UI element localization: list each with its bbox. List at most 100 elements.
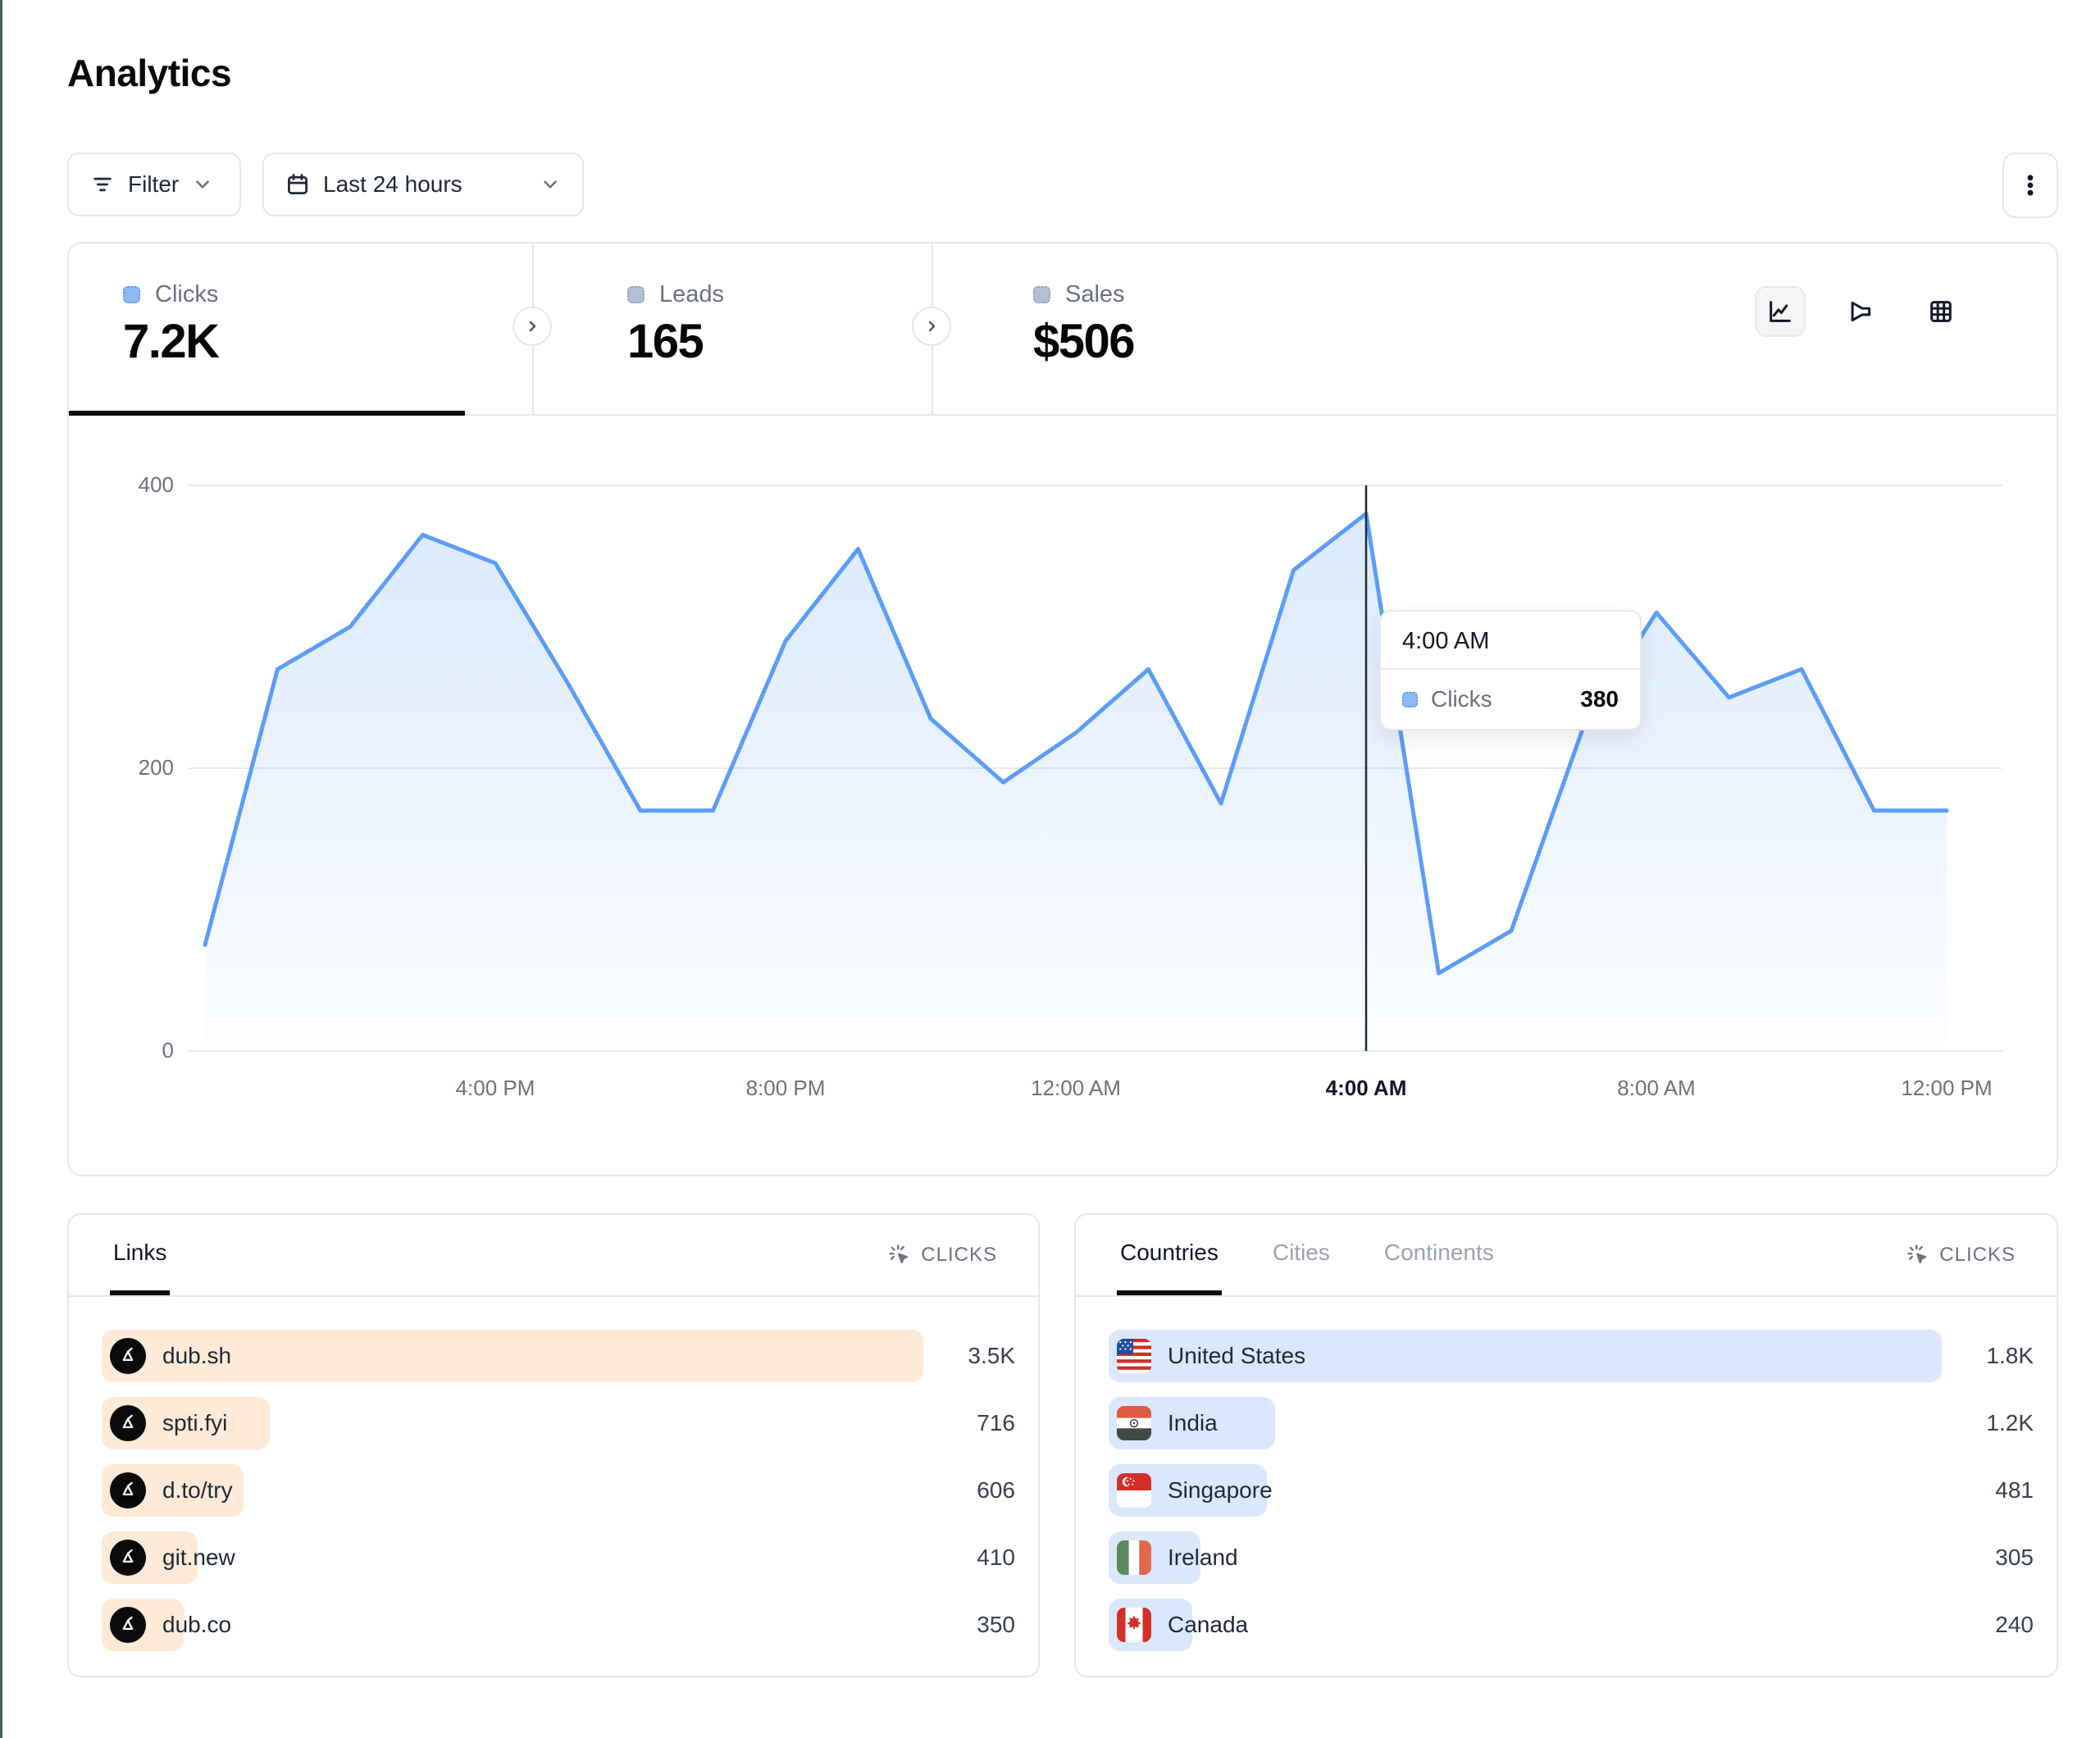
funnel-icon [1847,298,1875,325]
clicks-tab-value: 7.2K [123,314,219,369]
row-value: 1.8K [1986,1343,2034,1369]
y-axis-labels: 0200400 [67,449,174,1115]
row-value: 240 [1995,1612,2034,1638]
leads-legend-swatch [627,286,645,303]
filter-button[interactable]: Filter [67,152,241,216]
country-row[interactable]: India 1.2K [1109,1397,2034,1449]
expand-clicks-leads-button[interactable] [512,307,552,346]
cursor-click-icon [1906,1244,1929,1267]
link-row[interactable]: git.new 410 [102,1531,1015,1584]
left-edge-accent [0,0,2,1738]
row-label: git.new [162,1545,235,1571]
y-tick-label: 200 [139,755,174,780]
link-row[interactable]: dub.co 350 [102,1599,1015,1651]
row-value: 350 [977,1612,1015,1638]
chevron-down-icon [540,174,561,195]
dub-logo-icon [110,1472,146,1508]
ca-flag-icon [1117,1608,1151,1642]
row-label: d.to/try [162,1477,233,1504]
country-row[interactable]: United States 1.8K [1109,1330,2034,1382]
link-row[interactable]: d.to/try 606 [102,1464,1015,1517]
clicks-legend-swatch [123,286,140,303]
row-value: 716 [977,1410,1015,1436]
tooltip-series-swatch [1402,692,1418,707]
chevron-down-icon [192,174,213,195]
line-chart-icon [1766,298,1794,325]
area-fill [205,514,1947,1052]
row-value: 481 [1995,1477,2034,1504]
us-flag-icon [1117,1339,1151,1373]
leads-tab-label: Leads [659,281,724,308]
link-row[interactable]: dub.sh 3.5K [102,1330,1015,1382]
expand-leads-sales-button[interactable] [912,307,951,346]
tab-sales[interactable]: Sales $506 [932,243,1342,414]
links-metric-selector[interactable]: CLICKS [888,1244,997,1267]
filter-icon [90,172,115,197]
sales-tab-label: Sales [1065,281,1125,308]
date-range-label: Last 24 hours [323,171,462,198]
chevron-right-icon [522,316,542,336]
funnel-view-button[interactable] [1835,286,1886,337]
tab-clicks[interactable]: Clicks 7.2K [69,243,465,414]
leads-tab-value: 165 [627,314,703,369]
country-row[interactable]: Ireland 305 [1109,1531,2034,1584]
dub-logo-icon [110,1540,146,1576]
row-label: Ireland [1168,1545,1238,1571]
tab-cities[interactable]: Cities [1269,1215,1333,1295]
geo-metric-label: CLICKS [1939,1244,2016,1267]
link-row[interactable]: spti.fyi 716 [102,1397,1015,1449]
y-tick-label: 400 [139,472,174,498]
row-label: dub.sh [162,1343,231,1369]
page-title: Analytics [67,51,231,95]
row-value: 3.5K [968,1343,1015,1369]
row-label: Singapore [1168,1477,1273,1504]
country-row[interactable]: Canada 240 [1109,1599,2034,1651]
dub-logo-icon [110,1338,146,1374]
grid-icon [1927,298,1955,325]
geo-panel: Countries Cities Continents CLICKS Unite… [1074,1213,2058,1677]
tab-continents[interactable]: Continents [1381,1215,1497,1295]
metric-tabs: Clicks 7.2K Leads 165 Sales $506 [69,243,2057,416]
tab-countries[interactable]: Countries [1117,1215,1222,1295]
row-label: spti.fyi [162,1410,227,1436]
row-value: 606 [977,1477,1015,1504]
tooltip-time: 4:00 AM [1381,612,1640,670]
sales-tab-value: $506 [1033,314,1134,369]
table-view-button[interactable] [1916,286,1966,337]
tab-links[interactable]: Links [110,1215,170,1295]
chart-view-toggles [1755,286,1966,337]
x-tick-label: 8:00 AM [1617,1076,1695,1101]
row-value: 410 [977,1545,1015,1571]
x-axis-labels: 4:00 PM 8:00 PM 12:00 AM 4:00 AM 8:00 AM 12:0… [67,1076,2019,1108]
row-label: United States [1168,1343,1305,1369]
row-value: 1.2K [1986,1410,2034,1436]
clicks-tab-label: Clicks [155,281,218,308]
dub-logo-icon [110,1405,146,1441]
x-tick-label: 12:00 PM [1901,1076,1992,1101]
links-panel: Links CLICKS dub.sh 3.5K spti.fyi 716 d.… [67,1213,1040,1677]
ie-flag-icon [1117,1540,1151,1575]
row-value: 305 [1995,1545,2034,1571]
links-metric-label: CLICKS [921,1244,997,1267]
tab-leads[interactable]: Leads 165 [532,243,932,414]
sg-flag-icon [1117,1473,1151,1508]
row-label: dub.co [162,1612,231,1638]
date-range-button[interactable]: Last 24 hours [262,152,584,216]
country-row[interactable]: Singapore 481 [1109,1464,2034,1517]
clicks-area-chart[interactable] [67,449,2019,1115]
x-tick-label: 4:00 AM [1326,1076,1407,1101]
tooltip-value: 380 [1580,686,1619,712]
x-tick-label: 12:00 AM [1031,1076,1121,1101]
row-label: India [1168,1410,1218,1436]
chevron-right-icon [922,316,941,336]
geo-metric-selector[interactable]: CLICKS [1906,1244,2016,1267]
sales-legend-swatch [1033,286,1050,303]
x-tick-label: 8:00 PM [746,1076,826,1101]
in-flag-icon [1117,1406,1151,1440]
x-tick-label: 4:00 PM [456,1076,535,1101]
tooltip-series-label: Clicks [1431,686,1492,712]
line-chart-view-button[interactable] [1755,286,1806,337]
filter-button-label: Filter [128,171,179,198]
row-label: Canada [1168,1612,1248,1638]
more-options-button[interactable] [2002,152,2058,218]
